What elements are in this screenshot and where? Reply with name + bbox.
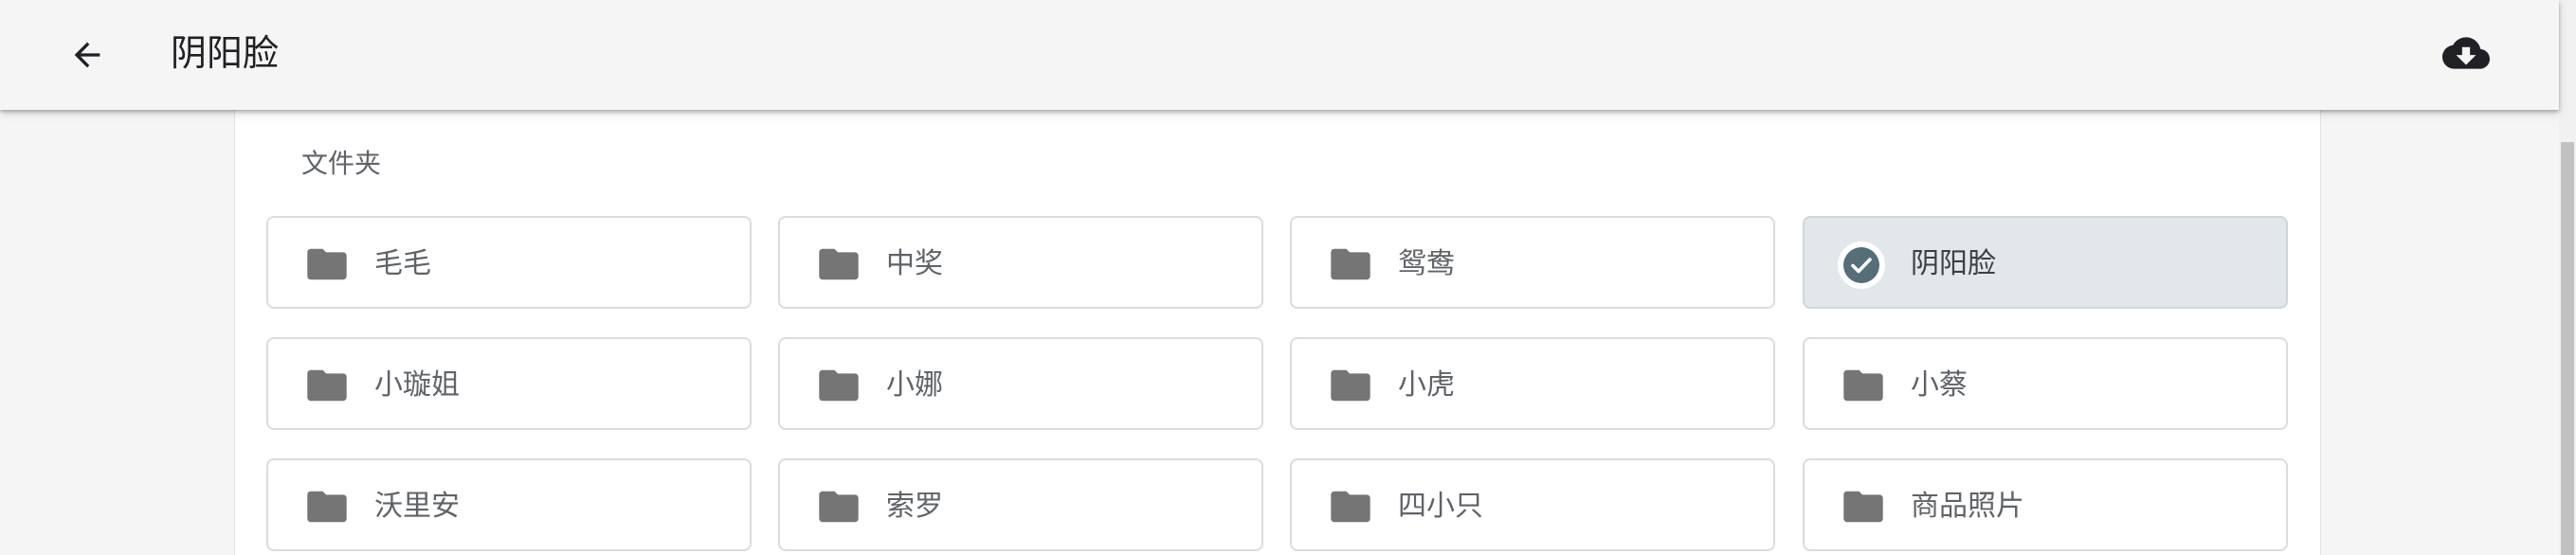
folder-label: 小娜 — [886, 368, 943, 402]
folder-item[interactable]: 沃里安 — [266, 458, 752, 551]
folder-label: 沃里安 — [374, 490, 460, 523]
folder-label: 鸳鸯 — [1398, 247, 1455, 280]
folder-label: 索罗 — [886, 490, 943, 523]
folder-item[interactable]: 四小只 — [1290, 458, 1775, 551]
folder-label: 毛毛 — [374, 247, 431, 280]
folder-label: 中奖 — [886, 247, 943, 280]
folder-label: 小虎 — [1398, 368, 1455, 402]
folder-label: 小蔡 — [1911, 368, 1968, 402]
arrow-left-icon — [74, 42, 100, 68]
page: 文件夹 毛毛 中奖 鸳鸯 阴阳脸 小璇姐 小娜 小虎 小蔡 沃里安 索罗 四小只… — [0, 0, 2576, 555]
folder-item[interactable]: 毛毛 — [266, 216, 752, 309]
folder-icon — [1843, 369, 1883, 402]
folder-label: 四小只 — [1398, 490, 1483, 523]
folder-icon — [1331, 248, 1370, 280]
page-title: 阴阳脸 — [171, 32, 280, 74]
folder-icon — [1331, 491, 1370, 523]
folder-item[interactable]: 鸳鸯 — [1290, 216, 1775, 309]
folder-item[interactable]: 索罗 — [778, 458, 1263, 551]
folder-label: 阴阳脸 — [1911, 247, 1996, 280]
folder-item-selected[interactable]: 阴阳脸 — [1803, 216, 2288, 309]
download-button[interactable] — [2438, 25, 2494, 81]
folder-label: 小璇姐 — [374, 368, 460, 402]
folder-item[interactable]: 小娜 — [778, 337, 1263, 430]
folder-item[interactable]: 商品照片 — [1803, 458, 2288, 551]
folder-icon — [1331, 369, 1370, 402]
folder-icon — [819, 491, 859, 523]
back-button[interactable] — [59, 27, 116, 83]
check-circle-icon — [1838, 242, 1885, 289]
folder-item[interactable]: 中奖 — [778, 216, 1263, 309]
folder-label: 商品照片 — [1911, 490, 2024, 523]
folder-icon — [819, 248, 859, 280]
folder-icon — [1843, 491, 1883, 523]
app-bar: 阴阳脸 — [0, 0, 2559, 110]
section-title: 文件夹 — [301, 148, 382, 179]
folder-item[interactable]: 小璇姐 — [266, 337, 752, 430]
folder-icon — [819, 369, 859, 402]
folder-icon — [307, 491, 347, 523]
folder-item[interactable]: 小蔡 — [1803, 337, 2288, 430]
cloud-download-icon — [2442, 37, 2490, 69]
folder-icon — [307, 369, 347, 402]
folder-icon — [307, 248, 347, 280]
scrollbar-thumb[interactable] — [2561, 142, 2574, 555]
folder-item[interactable]: 小虎 — [1290, 337, 1775, 430]
